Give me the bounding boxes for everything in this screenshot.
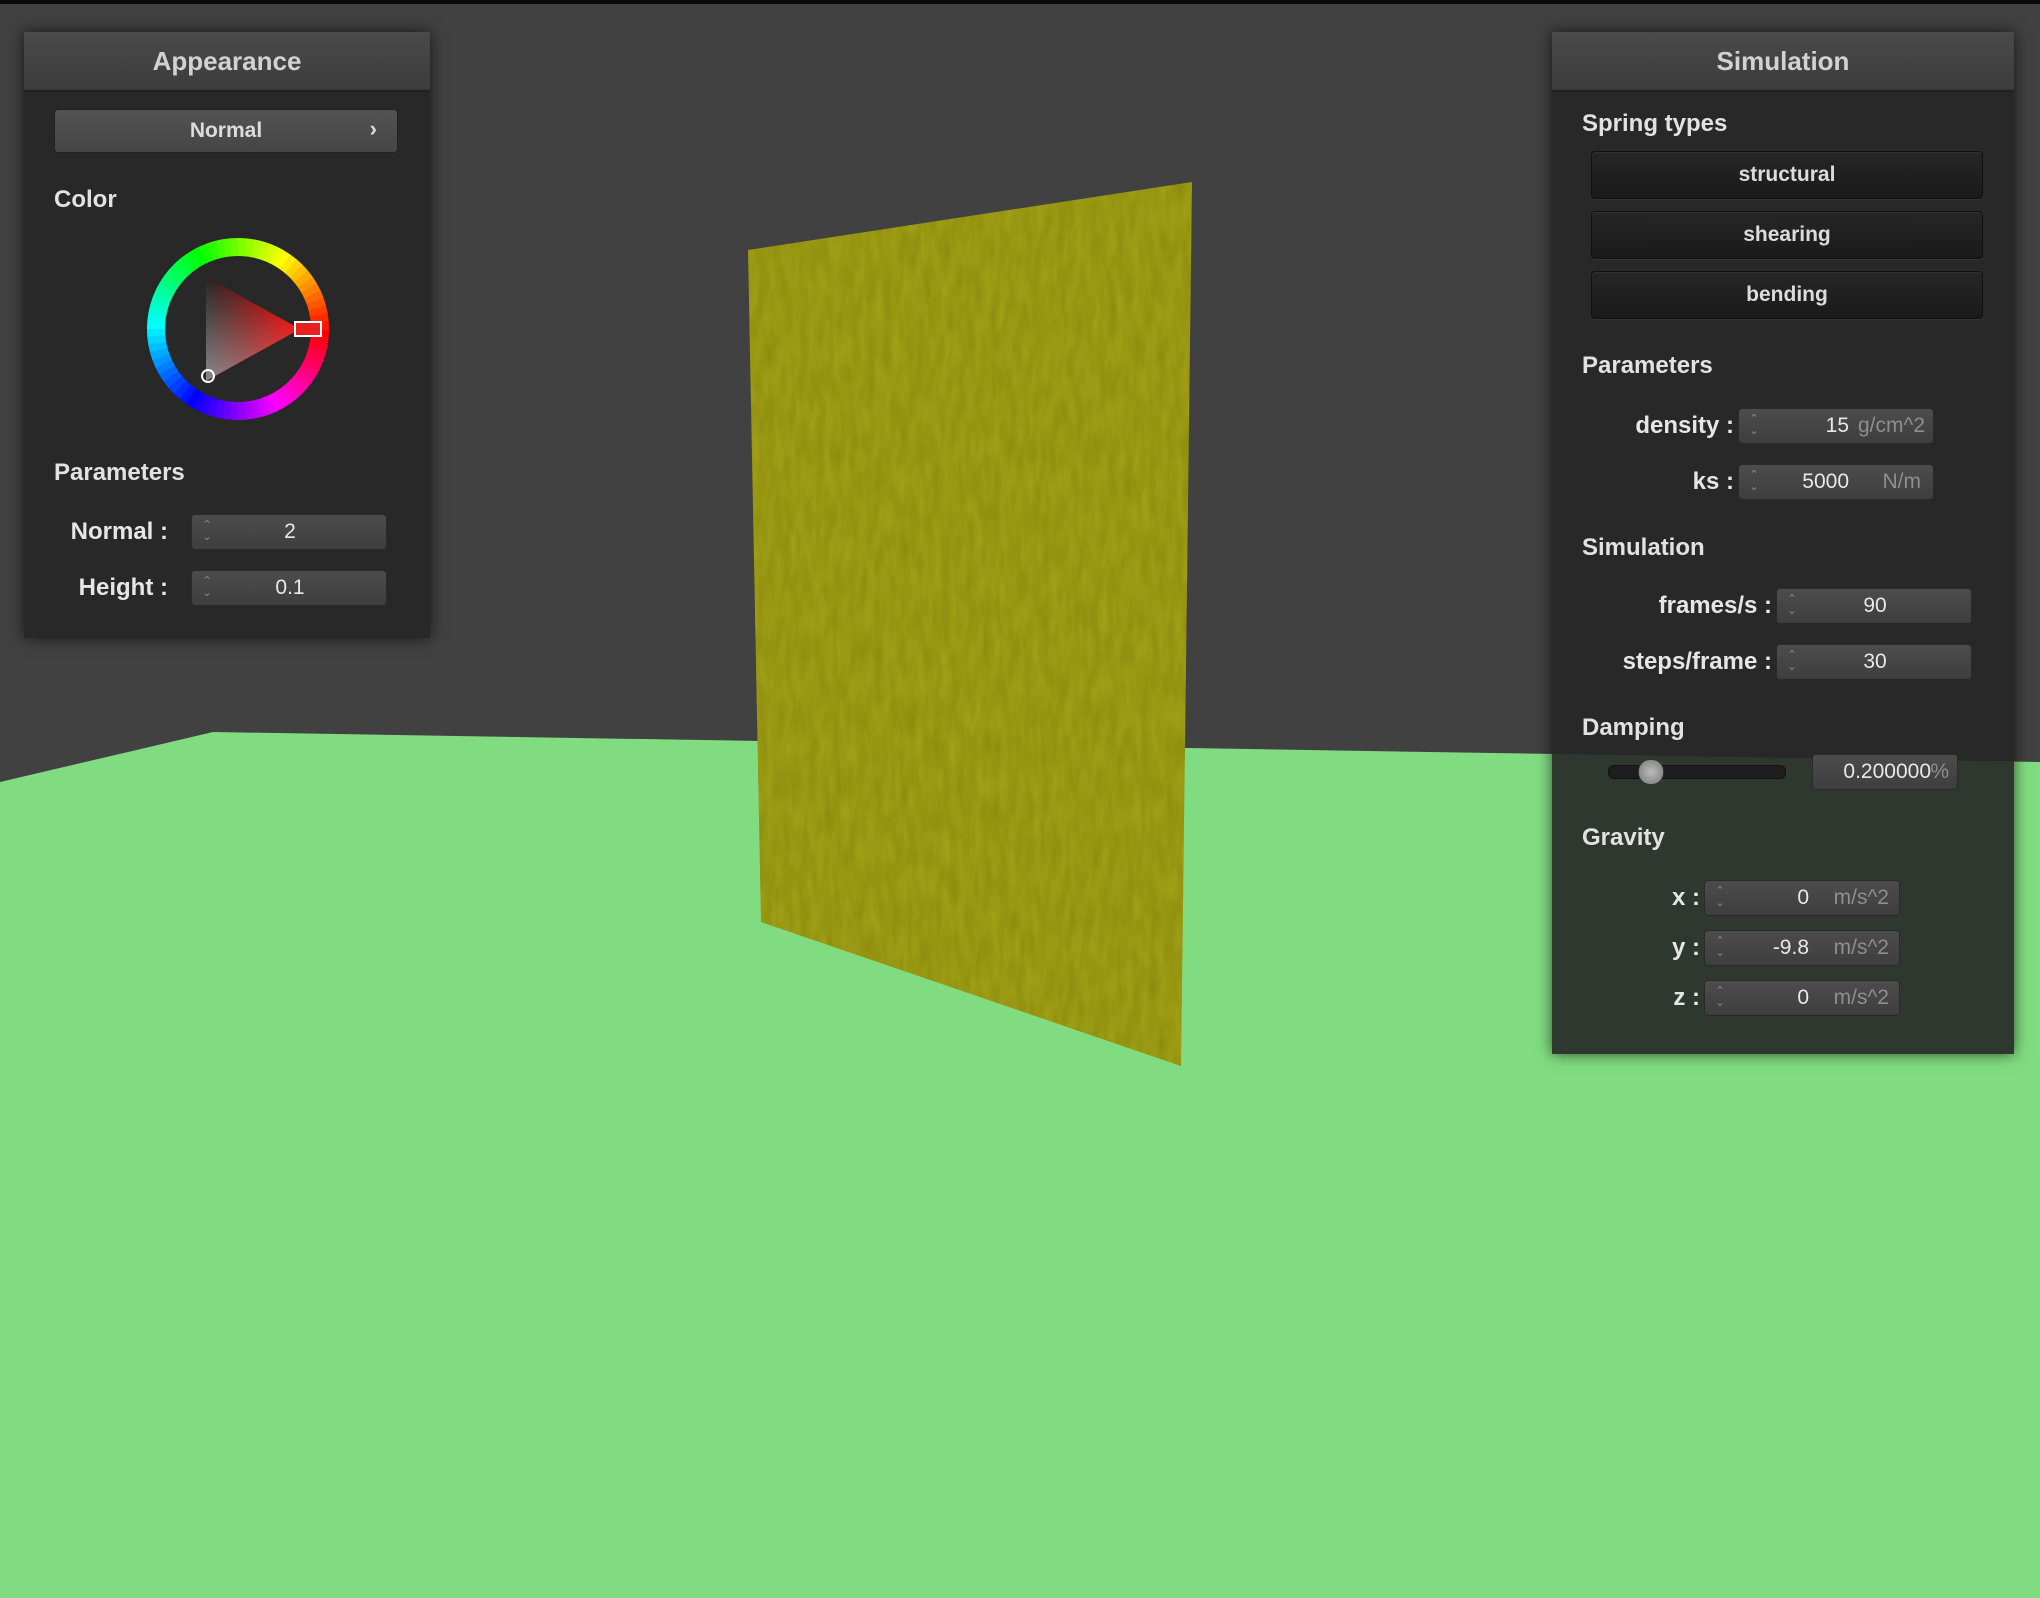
spring-types-label: Spring types: [1582, 110, 1728, 137]
damping-slider[interactable]: [1608, 765, 1786, 779]
spinner-icon[interactable]: ⌃ ⌄: [1713, 935, 1727, 961]
spinner-icon[interactable]: ⌃ ⌄: [1747, 469, 1761, 495]
height-label: Height :: [78, 574, 168, 601]
appearance-params-label: Parameters: [54, 459, 185, 486]
fps-label: frames/s :: [1658, 592, 1772, 619]
fps-stepper[interactable]: ⌃ ⌄ 90: [1776, 588, 1972, 624]
simulation-panel: Simulation Spring types structural shear…: [1552, 32, 2014, 1054]
bending-spring-button[interactable]: bending: [1591, 271, 1983, 319]
density-label: density :: [1635, 412, 1734, 439]
gravity-x-label: x :: [1671, 884, 1700, 911]
normal-mode-button[interactable]: Normal ›: [54, 109, 398, 153]
steps-stepper[interactable]: ⌃ ⌄ 30: [1776, 644, 1972, 680]
chevron-right-icon: ›: [369, 116, 377, 141]
gravity-y-field[interactable]: ⌃ ⌄ -9.8 m/s^2: [1704, 930, 1900, 966]
hue-marker[interactable]: [294, 321, 322, 337]
appearance-title: Appearance: [24, 32, 430, 92]
top-edge: [0, 0, 2040, 4]
spinner-icon[interactable]: ⌃ ⌄: [1713, 985, 1727, 1011]
color-wheel[interactable]: [138, 229, 338, 429]
gravity-label: Gravity: [1582, 824, 1665, 851]
gravity-x-field[interactable]: ⌃ ⌄ 0 m/s^2: [1704, 880, 1900, 916]
gravity-y-label: y :: [1671, 934, 1700, 961]
color-label: Color: [54, 186, 117, 213]
damping-slider-thumb[interactable]: [1638, 759, 1665, 785]
ks-label: ks :: [1692, 468, 1734, 495]
gravity-z-label: z :: [1673, 984, 1700, 1011]
simulation-params-label: Parameters: [1582, 352, 1713, 379]
cloth-texture: [748, 182, 1192, 1066]
gravity-z-field[interactable]: ⌃ ⌄ 0 m/s^2: [1704, 980, 1900, 1016]
structural-spring-button[interactable]: structural: [1591, 151, 1983, 199]
density-field[interactable]: ⌃ ⌄ 15 g/cm^2: [1738, 408, 1934, 444]
simulation-section-label: Simulation: [1582, 534, 1705, 561]
damping-value-field[interactable]: 0.200000 %: [1812, 754, 1958, 790]
normal-stepper[interactable]: ⌃ ⌄ 2: [191, 514, 387, 550]
steps-label: steps/frame :: [1622, 648, 1772, 675]
height-stepper[interactable]: ⌃ ⌄ 0.1: [191, 570, 387, 606]
spinner-icon[interactable]: ⌃ ⌄: [1747, 413, 1761, 439]
simulation-title: Simulation: [1552, 32, 2014, 92]
shearing-spring-button[interactable]: shearing: [1591, 211, 1983, 259]
mode-button-label: Normal: [189, 119, 263, 142]
ks-field[interactable]: ⌃ ⌄ 5000 N/m: [1738, 464, 1934, 500]
damping-label: Damping: [1582, 714, 1685, 741]
normal-label: Normal :: [70, 518, 168, 545]
appearance-panel: Appearance Normal › Color Parameters Nor…: [24, 32, 430, 638]
spinner-icon[interactable]: ⌃ ⌄: [1713, 885, 1727, 911]
